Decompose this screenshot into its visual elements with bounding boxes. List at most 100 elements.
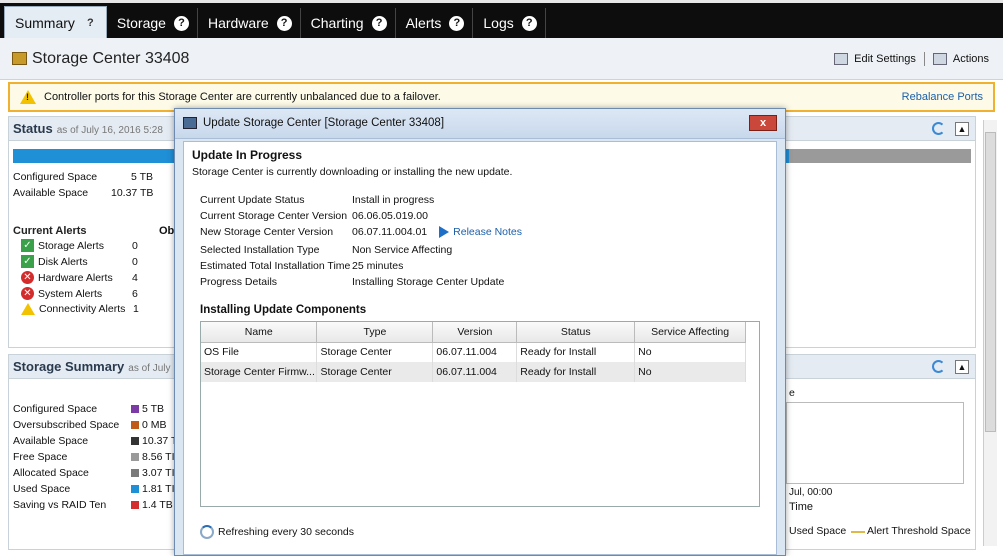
- tab-hardware-label: Hardware: [207, 15, 269, 31]
- table-row[interactable]: Storage Center Firmw... Storage Center 0…: [201, 362, 746, 382]
- info-label: Progress Details: [200, 276, 278, 288]
- hardware-alerts-count: 4: [132, 271, 138, 284]
- close-button[interactable]: x: [749, 115, 777, 131]
- column-header-status[interactable]: Status: [516, 322, 636, 343]
- info-row: Estimated Total Installation Time 25 minu…: [200, 260, 403, 272]
- disk-alerts-row[interactable]: ✓ Disk Alerts 0: [21, 255, 138, 268]
- dialog-titlebar[interactable]: Update Storage Center [Storage Center 33…: [175, 109, 785, 139]
- summary-label: Oversubscribed Space: [13, 419, 120, 431]
- arrow-right-icon[interactable]: [439, 226, 450, 239]
- summary-row: Used Space 1.81 TI: [13, 483, 175, 495]
- system-alerts-row[interactable]: ✕ System Alerts 6: [21, 287, 138, 300]
- tab-storage-label: Storage: [116, 15, 166, 31]
- current-alerts-heading: Current Alerts: [13, 225, 87, 237]
- summary-value: 1.81 TI: [142, 483, 175, 495]
- tab-charting-label: Charting: [310, 15, 364, 31]
- refresh-interval-text: Refreshing every 30 seconds: [218, 526, 354, 538]
- storage-center-icon: [12, 52, 27, 65]
- refresh-icon[interactable]: [932, 360, 945, 373]
- tab-logs-label: Logs: [483, 15, 514, 31]
- rebalance-ports-link[interactable]: Rebalance Ports: [902, 91, 983, 103]
- edit-settings-link[interactable]: Edit Settings: [854, 53, 916, 65]
- banner-message: Controller ports for this Storage Center…: [44, 91, 441, 103]
- disk-alerts-label: Disk Alerts: [38, 255, 88, 268]
- purple-swatch: [131, 405, 139, 414]
- error-icon: ✕: [21, 287, 34, 300]
- help-icon[interactable]: ?: [521, 15, 537, 31]
- column-header-service-affecting[interactable]: Service Affecting: [634, 322, 746, 343]
- header-actions: Edit Settings Actions: [834, 52, 989, 66]
- storage-summary-title-text: Storage Summary: [13, 359, 125, 374]
- components-heading: Installing Update Components: [200, 304, 367, 316]
- info-value: 06.07.11.004.01: [352, 226, 428, 238]
- wrench-icon[interactable]: [932, 53, 947, 65]
- warning-icon: [20, 90, 36, 104]
- column-header-type[interactable]: Type: [316, 322, 434, 343]
- info-value: Installing Storage Center Update: [352, 276, 505, 288]
- tab-hardware[interactable]: Hardware ?: [198, 8, 301, 38]
- dialog-body: Update In Progress Storage Center is cur…: [183, 141, 777, 555]
- components-table: Name Type Version Status Service Affecti…: [200, 321, 760, 507]
- disk-alerts-count: 0: [132, 255, 138, 268]
- tab-alerts-label: Alerts: [405, 15, 442, 31]
- storage-alerts-row[interactable]: ✓ Storage Alerts 0: [21, 239, 138, 252]
- info-label: New Storage Center Version: [200, 226, 334, 238]
- summary-value: 10.37 T: [142, 435, 178, 447]
- summary-value: 1.4 TB: [142, 499, 173, 511]
- red-swatch: [131, 501, 139, 510]
- summary-label: Saving vs RAID Ten: [13, 499, 107, 511]
- help-icon[interactable]: ?: [276, 15, 292, 31]
- warning-icon: [21, 303, 35, 315]
- tab-charting[interactable]: Charting ?: [301, 8, 396, 38]
- space-usage-bar-remaining: [789, 149, 971, 163]
- summary-row: Saving vs RAID Ten 1.4 TB: [13, 499, 173, 511]
- tab-alerts[interactable]: Alerts ?: [396, 8, 474, 38]
- main-scrollbar[interactable]: [983, 120, 997, 546]
- release-notes-link[interactable]: Release Notes: [453, 226, 522, 238]
- edit-settings-icon[interactable]: [834, 53, 849, 65]
- summary-label: Allocated Space: [13, 467, 89, 479]
- info-row: Selected Installation Type Non Service Af…: [200, 244, 452, 256]
- help-icon[interactable]: ?: [83, 15, 98, 30]
- blue-swatch: [131, 485, 139, 494]
- summary-value: 0 MB: [142, 419, 167, 431]
- summary-value: 5 TB: [142, 403, 164, 415]
- column-header-name[interactable]: Name: [201, 322, 318, 343]
- tab-logs[interactable]: Logs ?: [473, 8, 546, 38]
- column-header-version[interactable]: Version: [432, 322, 518, 343]
- hardware-alerts-row[interactable]: ✕ Hardware Alerts 4: [21, 271, 138, 284]
- status-timestamp: as of July 16, 2016 5:28: [56, 125, 163, 136]
- summary-row: Configured Space 5 TB: [13, 403, 164, 415]
- check-icon: ✓: [21, 239, 34, 252]
- help-icon[interactable]: ?: [173, 15, 189, 31]
- summary-row: Oversubscribed Space 0 MB: [13, 419, 167, 431]
- summary-row: Allocated Space 3.07 TI: [13, 467, 175, 479]
- tab-summary[interactable]: Summary ?: [4, 6, 107, 38]
- available-space-value: 10.37 TB: [111, 187, 154, 199]
- chart-tick-label: Jul, 00:00: [789, 487, 833, 498]
- actions-link[interactable]: Actions: [953, 53, 989, 65]
- connectivity-alerts-row[interactable]: Connectivity Alerts 1: [21, 303, 139, 315]
- divider: [923, 52, 925, 66]
- page-header: Storage Center 33408 Edit Settings Actio…: [0, 38, 1003, 80]
- error-icon: ✕: [21, 271, 34, 284]
- dialog-description: Storage Center is currently downloading …: [192, 166, 513, 178]
- table-row[interactable]: OS File Storage Center 06.07.11.004 Read…: [201, 342, 746, 362]
- summary-label: Free Space: [13, 451, 68, 463]
- summary-row: Available Space 10.37 T: [13, 435, 177, 447]
- cell-name: OS File: [201, 342, 318, 362]
- configured-space-row: Configured Space 5 TB: [13, 171, 153, 183]
- storage-alerts-label: Storage Alerts: [38, 239, 104, 252]
- check-icon: ✓: [21, 255, 34, 268]
- help-icon[interactable]: ?: [449, 15, 465, 31]
- help-icon[interactable]: ?: [371, 15, 387, 31]
- tab-storage[interactable]: Storage ?: [107, 8, 198, 38]
- status-title-text: Status: [13, 121, 53, 136]
- collapse-icon[interactable]: ▲: [955, 122, 969, 136]
- loading-spinner-icon: [200, 525, 214, 539]
- scrollbar-thumb[interactable]: [985, 132, 996, 432]
- collapse-icon[interactable]: ▲: [955, 360, 969, 374]
- cell-version: 06.07.11.004: [432, 342, 518, 362]
- refresh-icon[interactable]: [932, 122, 945, 135]
- info-row: Progress Details Installing Storage Cente…: [200, 276, 504, 288]
